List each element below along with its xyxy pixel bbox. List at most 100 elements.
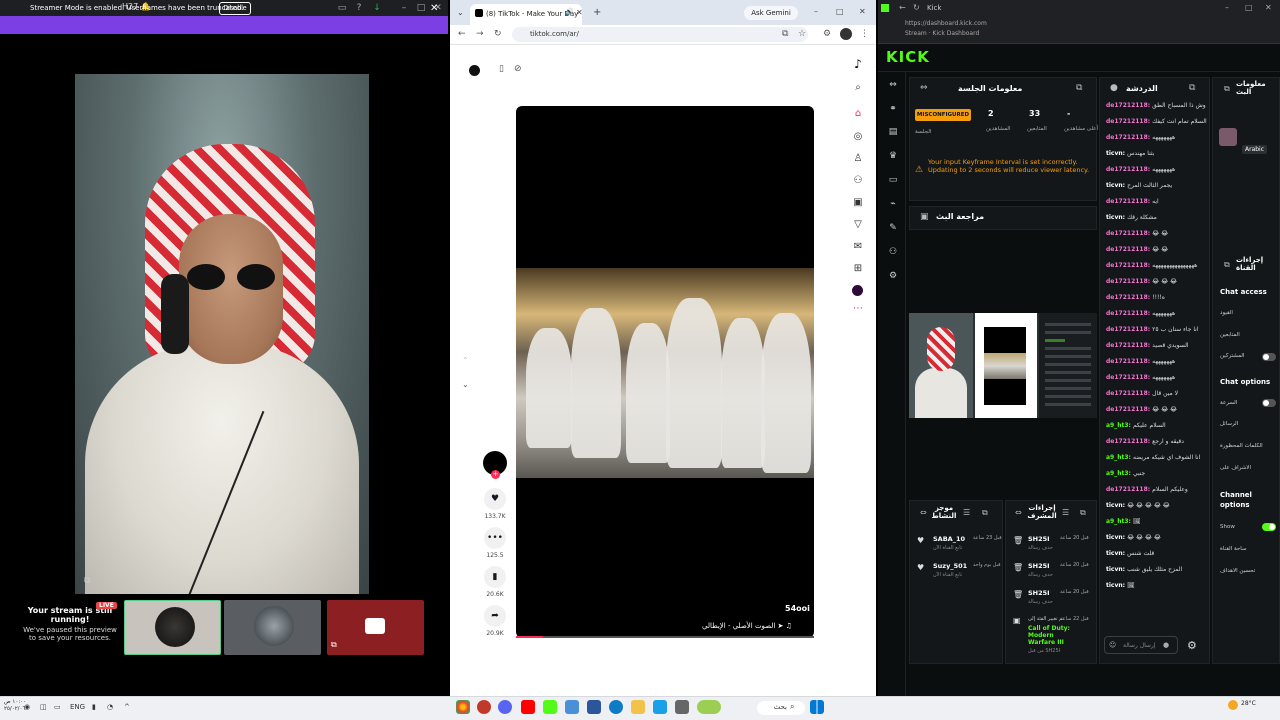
avatar[interactable] [469,65,480,76]
chat-username[interactable]: de17212118: [1106,278,1150,285]
reload-icon[interactable]: ↻ [494,29,502,39]
trophy-icon[interactable]: ♛ [887,151,899,161]
chat-message[interactable]: ticvn: 😂 😂 😂 😂 [1106,534,1210,546]
gear-icon[interactable]: ⚙ [1187,639,1197,652]
video-progress-bar[interactable] [516,636,814,638]
popout-icon[interactable]: ⧉ [982,508,988,518]
minimize-icon[interactable]: – [1225,3,1229,12]
video-sound[interactable]: ♫ ➤ الصوت الأصلي - الإيطالي [702,622,792,630]
collapse-icon[interactable]: ⇔ [887,80,899,90]
banner-close-icon[interactable]: ✕ [430,3,438,14]
battery-icon[interactable]: ▮ [92,703,96,711]
back-icon[interactable]: ← [899,3,906,12]
category-thumbnail[interactable] [1219,128,1237,146]
friends-icon[interactable]: ⚇ [851,175,865,186]
edge-app-icon[interactable] [609,700,623,714]
chat-username[interactable]: ticvn: [1106,182,1125,189]
chat-username[interactable]: a9_ht3: [1106,454,1131,461]
discord-app-icon[interactable] [498,700,512,714]
chat-message[interactable]: de17212118: انا جاء سنان ب ٢٥ [1106,326,1210,338]
chat-username[interactable]: de17212118: [1106,358,1150,365]
arrows-icon[interactable]: ⇔ [1015,508,1022,517]
chat-message[interactable]: de17212118: 😂 😂 [1106,230,1210,242]
chat-message[interactable]: de17212118: هههههههه [1106,358,1210,370]
participant-tile[interactable] [224,600,321,655]
setting-item[interactable]: تحسين الاهداف [1220,568,1255,574]
chat-message[interactable]: ticvn: مشكلة رقك [1106,214,1210,226]
setting-item[interactable]: القيود [1220,310,1233,316]
tab-search-icon[interactable]: ⌄ [457,8,464,17]
setting-item[interactable]: الكلمات المحظورة [1220,443,1263,449]
extensions-icon[interactable]: ⚙ [823,29,831,39]
comment-button[interactable]: ••• [484,527,506,549]
upload-icon[interactable]: ⊞ [851,263,865,274]
messages-icon[interactable]: ▯ [499,64,504,74]
widget-icon[interactable] [697,700,721,714]
chat-message[interactable]: ticvn: 🖼 [1106,582,1210,594]
share-button[interactable]: ➦ [484,605,506,627]
toggle-switch[interactable] [1262,523,1276,531]
stream-icon[interactable]: ▤ [887,127,899,137]
chat-username[interactable]: ticvn: [1106,566,1125,573]
participant-tile[interactable] [124,600,221,655]
language-indicator[interactable]: ENG [70,703,85,711]
popout-icon[interactable]: ⧉ [1224,260,1230,270]
popout-icon[interactable]: ⧉ [1080,508,1086,518]
save-button[interactable]: ▮ [484,566,506,588]
setting-item[interactable]: المشتركين [1220,353,1244,359]
profile-avatar[interactable] [840,28,852,40]
forward-icon[interactable]: → [476,29,484,39]
setting-item[interactable]: الاشراف على [1220,465,1251,471]
popout-icon[interactable]: ⧉ [84,576,96,588]
chat-message[interactable]: de17212118: ايه [1106,198,1210,210]
back-icon[interactable]: ← [458,29,466,39]
chat-username[interactable]: de17212118: [1106,438,1150,445]
show-hidden-icon[interactable]: ^ [124,703,130,711]
follow-button[interactable]: + [491,470,500,479]
network-icon[interactable]: ▭ [54,703,61,711]
chat-message[interactable]: ticvn: قلت شنس [1106,550,1210,562]
analytics-icon[interactable]: ⌁ [887,199,899,209]
chat-message[interactable]: ticvn: يجمر الثالث المرح [1106,182,1210,194]
chat-username[interactable]: de17212118: [1106,486,1150,493]
screen-icon[interactable]: ▭ [336,2,348,14]
explore-icon[interactable]: ◎ [851,131,865,142]
tools-icon[interactable]: ✎ [887,223,899,233]
chat-message[interactable]: de17212118: وعليكم السلام [1106,486,1210,498]
chat-message[interactable]: de17212118: دقيقه و ارجع [1106,438,1210,450]
setting-item[interactable]: الرسائل [1220,421,1238,427]
chat-message[interactable]: de17212118: هههههههه [1106,134,1210,146]
toggle-switch[interactable] [1262,399,1276,407]
camera-tile[interactable]: ⧉ [327,600,424,655]
menu-icon[interactable]: ⋮ [860,29,869,39]
taskbar-search[interactable]: بحث [757,701,805,715]
chat-message[interactable]: ticvn: المزح مثلك يليق شنب [1106,566,1210,578]
stream-preview-thumbnail[interactable] [909,313,1097,418]
chat-message[interactable]: a9_ht3: انا الشوف اي شيكه مريضه [1106,454,1210,466]
inbox-icon[interactable]: ⊘ [514,64,522,74]
chat-message[interactable]: de17212118: 😂 😂 😂 [1106,406,1210,418]
arrows-icon[interactable]: ⇔ [920,83,928,93]
app-icon[interactable] [587,700,601,714]
chat-message[interactable]: de17212118: هههههههه [1106,374,1210,386]
setting-item[interactable]: Show [1220,524,1235,530]
video-author[interactable]: 54ooi [785,604,810,613]
chat-message[interactable]: de17212118: وش ذا المسباح الطق [1106,102,1210,114]
youtube-app-icon[interactable] [521,700,535,714]
chat-username[interactable]: ticvn: [1106,150,1125,157]
chat-message[interactable]: a9_ht3: السلام عليكم [1106,422,1210,434]
setting-item[interactable]: ساحة القناة [1220,546,1247,552]
send-icon[interactable]: ● [1163,641,1169,649]
chat-username[interactable]: de17212118: [1106,198,1150,205]
chat-message[interactable]: de17212118: السلام تمام انت كيفك [1106,118,1210,130]
video-icon[interactable]: ▭ [887,175,899,185]
settings-icon[interactable]: ⚙ [887,271,899,281]
popout-icon[interactable]: ⧉ [1076,83,1082,93]
following-icon[interactable]: ♙ [851,153,865,164]
setting-item[interactable]: السرعة [1220,400,1237,406]
chat-username[interactable]: de17212118: [1106,246,1150,253]
download-icon[interactable]: ↓ [371,2,383,14]
close-icon[interactable]: ✕ [859,7,866,16]
emoji-icon[interactable]: ☺ [1109,641,1116,649]
chat-username[interactable]: ticvn: [1106,502,1125,509]
